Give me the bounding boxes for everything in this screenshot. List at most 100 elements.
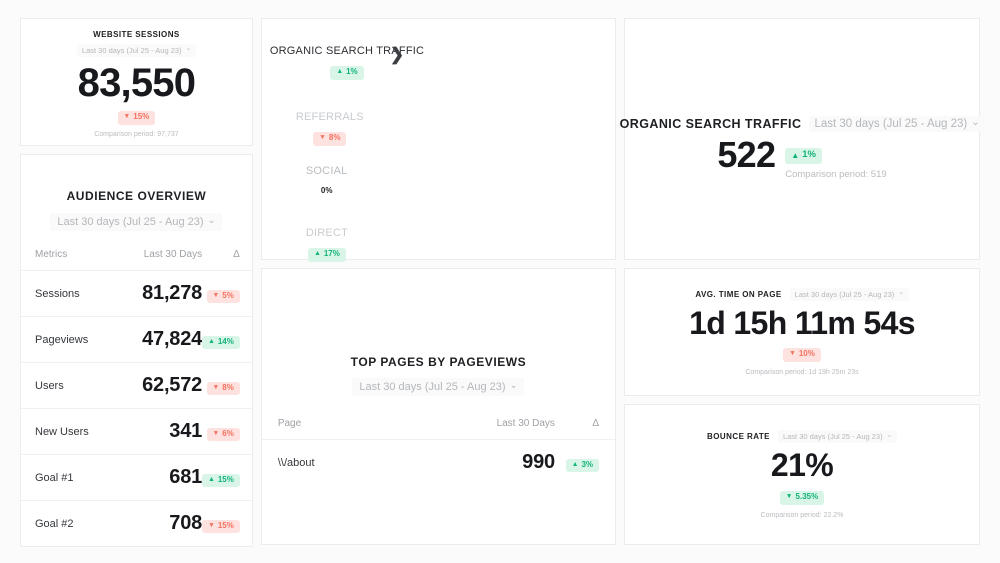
website-sessions-comparison: Comparison period: 97,737 — [94, 130, 179, 138]
row-delta-cell: ▼ 5% — [202, 270, 252, 317]
bounce-rate-delta-badge: ▼ 5.35% — [779, 490, 825, 505]
organic-detail-comparison: Comparison period: 519 — [785, 169, 887, 181]
top-pages-date-range-selector[interactable]: Last 30 days (Jul 25 - Aug 23) ⌄ — [352, 378, 525, 396]
avg-time-delta-badge: ▼ 10% — [783, 348, 821, 363]
avg-time-value: 1d 15h 11m 54s — [689, 304, 916, 341]
chevron-down-icon: ⌄ — [185, 45, 191, 53]
row-delta-value: 15% — [217, 474, 234, 484]
traffic-source-social-label: SOCIAL — [305, 165, 348, 177]
trend-down-icon: ▼ — [789, 350, 796, 358]
column-header-metrics: Metrics — [35, 249, 68, 260]
column-header-page: Page — [277, 418, 302, 429]
row-delta-badge: ▼ 5% — [206, 289, 240, 304]
trend-down-icon: ▼ — [208, 521, 215, 529]
avg-time-comparison: Comparison period: 1d 19h 25m 23s — [745, 369, 859, 377]
trend-down-icon: ▼ — [785, 492, 793, 500]
row-delta-cell: ▲ 3% — [554, 439, 615, 485]
organic-search-traffic-detail-card: ORGANIC SEARCH TRAFFIC Last 30 days (Jul… — [620, 18, 985, 260]
row-delta-value: 3% — [581, 459, 593, 469]
chevron-down-icon: ⌄ — [207, 215, 216, 226]
traffic-source-direct-label: DIRECT — [305, 227, 349, 239]
audience-overview-table: Metrics Last 30 Days Δ Sessions 81,278 ▼ 5%… — [21, 249, 252, 546]
organic-detail-title: ORGANIC SEARCH TRAFFIC — [619, 116, 802, 131]
table-row: Goal #1 681 ▲ 15% — [21, 454, 252, 501]
top-pages-date-range-label: Last 30 days (Jul 25 - Aug 23) — [359, 381, 506, 393]
row-delta-badge: ▲ 3% — [565, 458, 599, 473]
bounce-rate-card: BOUNCE RATE Last 30 days (Jul 25 - Aug 2… — [624, 404, 980, 545]
trend-up-icon: ▲ — [571, 460, 579, 468]
table-row: Pageviews 47,824 ▲ 14% — [21, 316, 252, 363]
traffic-source-organic-search-delta: ▲ 1% — [330, 65, 364, 80]
trend-down-icon: ▼ — [212, 291, 220, 299]
traffic-source-direct[interactable]: DIRECT ▲ 17% — [306, 227, 348, 262]
row-delta-cell: ▼ 15% — [202, 500, 252, 546]
trend-down-icon: ▼ — [123, 113, 131, 121]
row-delta-cell: ▼ 8% — [202, 362, 252, 409]
row-metric-value: 341 — [126, 408, 202, 455]
traffic-source-social[interactable]: SOCIAL 0% — [306, 165, 348, 199]
audience-overview-title: AUDIENCE OVERVIEW — [66, 189, 207, 203]
top-pages-card: TOP PAGES BY PAGEVIEWS Last 30 days (Jul… — [260, 268, 616, 545]
bounce-rate-header: BOUNCE RATE Last 30 days (Jul 25 - Aug 2… — [707, 430, 897, 444]
traffic-sources-card: ORGANIC SEARCH TRAFFIC ▲ 1% REFERRALS ▼ … — [260, 18, 616, 262]
top-pages-date-range-wrap: Last 30 days (Jul 25 - Aug 23) ⌄ — [262, 377, 615, 396]
row-metric-value: 47,824 — [126, 316, 202, 363]
avg-time-delta-value: 10% — [798, 349, 815, 359]
column-header-period: Last 30 Days — [496, 418, 555, 429]
avg-time-date-range-selector[interactable]: Last 30 days (Jul 25 - Aug 23) ⌄ — [789, 287, 909, 301]
table-row: \\/about 990 ▲ 3% — [261, 439, 615, 485]
bounce-rate-date-range-selector[interactable]: Last 30 days (Jul 25 - Aug 23) ⌄ — [777, 430, 897, 444]
row-delta-cell: ▲ 15% — [202, 454, 252, 501]
organic-detail-header: ORGANIC SEARCH TRAFFIC Last 30 days (Jul… — [619, 115, 985, 132]
organic-detail-date-range-label: Last 30 days (Jul 25 - Aug 23) — [814, 117, 968, 130]
chevron-down-icon: ⌄ — [886, 431, 892, 439]
column-header-period: Last 30 Days — [143, 249, 203, 260]
audience-overview-table-head: Metrics Last 30 Days Δ — [21, 249, 252, 271]
website-sessions-value: 83,550 — [77, 61, 196, 106]
traffic-source-referrals[interactable]: REFERRALS ▼ 8% — [296, 111, 364, 146]
traffic-source-referrals-label: REFERRALS — [295, 111, 364, 123]
website-sessions-title: WEBSITE SESSIONS — [93, 30, 180, 40]
top-pages-table-body: \\/about 990 ▲ 3% — [261, 439, 615, 485]
row-metric-label: Pageviews — [21, 316, 127, 363]
middle-column: ORGANIC SEARCH TRAFFIC ▲ 1% REFERRALS ▼ … — [260, 18, 616, 545]
trend-up-icon: ▲ — [336, 67, 344, 75]
website-sessions-card: WEBSITE SESSIONS Last 30 days (Jul 25 - … — [20, 18, 253, 146]
row-delta-value: 5% — [222, 290, 234, 300]
traffic-source-direct-delta: ▲ 17% — [308, 247, 346, 262]
row-metric-value: 681 — [126, 454, 202, 501]
row-metric-value: 81,278 — [126, 270, 202, 317]
row-delta-value: 8% — [222, 382, 234, 392]
traffic-source-direct-delta-value: 17% — [323, 248, 340, 258]
website-sessions-delta-badge: ▼ 15% — [117, 111, 156, 125]
table-header-row: Page Last 30 Days Δ — [262, 418, 615, 440]
table-row: Sessions 81,278 ▼ 5% — [21, 270, 252, 317]
column-header-delta: Δ — [592, 418, 599, 429]
bounce-rate-value: 21% — [770, 447, 834, 484]
audience-overview-date-range-selector[interactable]: Last 30 days (Jul 25 - Aug 23) ⌄ — [50, 213, 223, 231]
bounce-rate-title: BOUNCE RATE — [707, 432, 770, 442]
traffic-source-organic-search-delta-value: 1% — [346, 66, 358, 76]
website-sessions-delta-value: 15% — [133, 112, 150, 122]
organic-detail-date-range-selector[interactable]: Last 30 days (Jul 25 - Aug 23) ⌄ — [809, 115, 985, 132]
chevron-down-icon: ⌄ — [898, 289, 904, 297]
trend-up-icon: ▲ — [791, 150, 800, 160]
chevron-right-icon[interactable]: ❯ — [390, 46, 404, 63]
website-sessions-date-range-selector[interactable]: Last 30 days (Jul 25 - Aug 23) ⌄ — [76, 44, 196, 58]
row-delta-value: 15% — [217, 520, 234, 530]
left-column: WEBSITE SESSIONS Last 30 days (Jul 25 - … — [20, 18, 253, 547]
chevron-down-icon: ⌄ — [971, 116, 980, 128]
audience-overview-card: AUDIENCE OVERVIEW Last 30 days (Jul 25 -… — [20, 154, 253, 547]
audience-overview-table-body: Sessions 81,278 ▼ 5% Pageviews 47,824 ▲ 14% User… — [21, 270, 252, 546]
avg-time-title: AVG. TIME ON PAGE — [695, 289, 782, 299]
row-delta-badge: ▼ 15% — [202, 519, 240, 534]
row-metric-label: New Users — [21, 408, 127, 455]
row-delta-cell: ▼ 6% — [202, 408, 252, 455]
column-header-delta: Δ — [233, 249, 240, 260]
top-pages-table: Page Last 30 Days Δ \\/about 990 ▲ 3% — [261, 418, 615, 485]
row-metric-label: Goal #1 — [21, 454, 127, 501]
row-delta-cell: ▲ 14% — [202, 316, 252, 363]
top-pages-table-head: Page Last 30 Days Δ — [262, 418, 615, 440]
chevron-down-icon: ⌄ — [509, 380, 518, 391]
row-page-label[interactable]: \\/about — [261, 439, 439, 485]
